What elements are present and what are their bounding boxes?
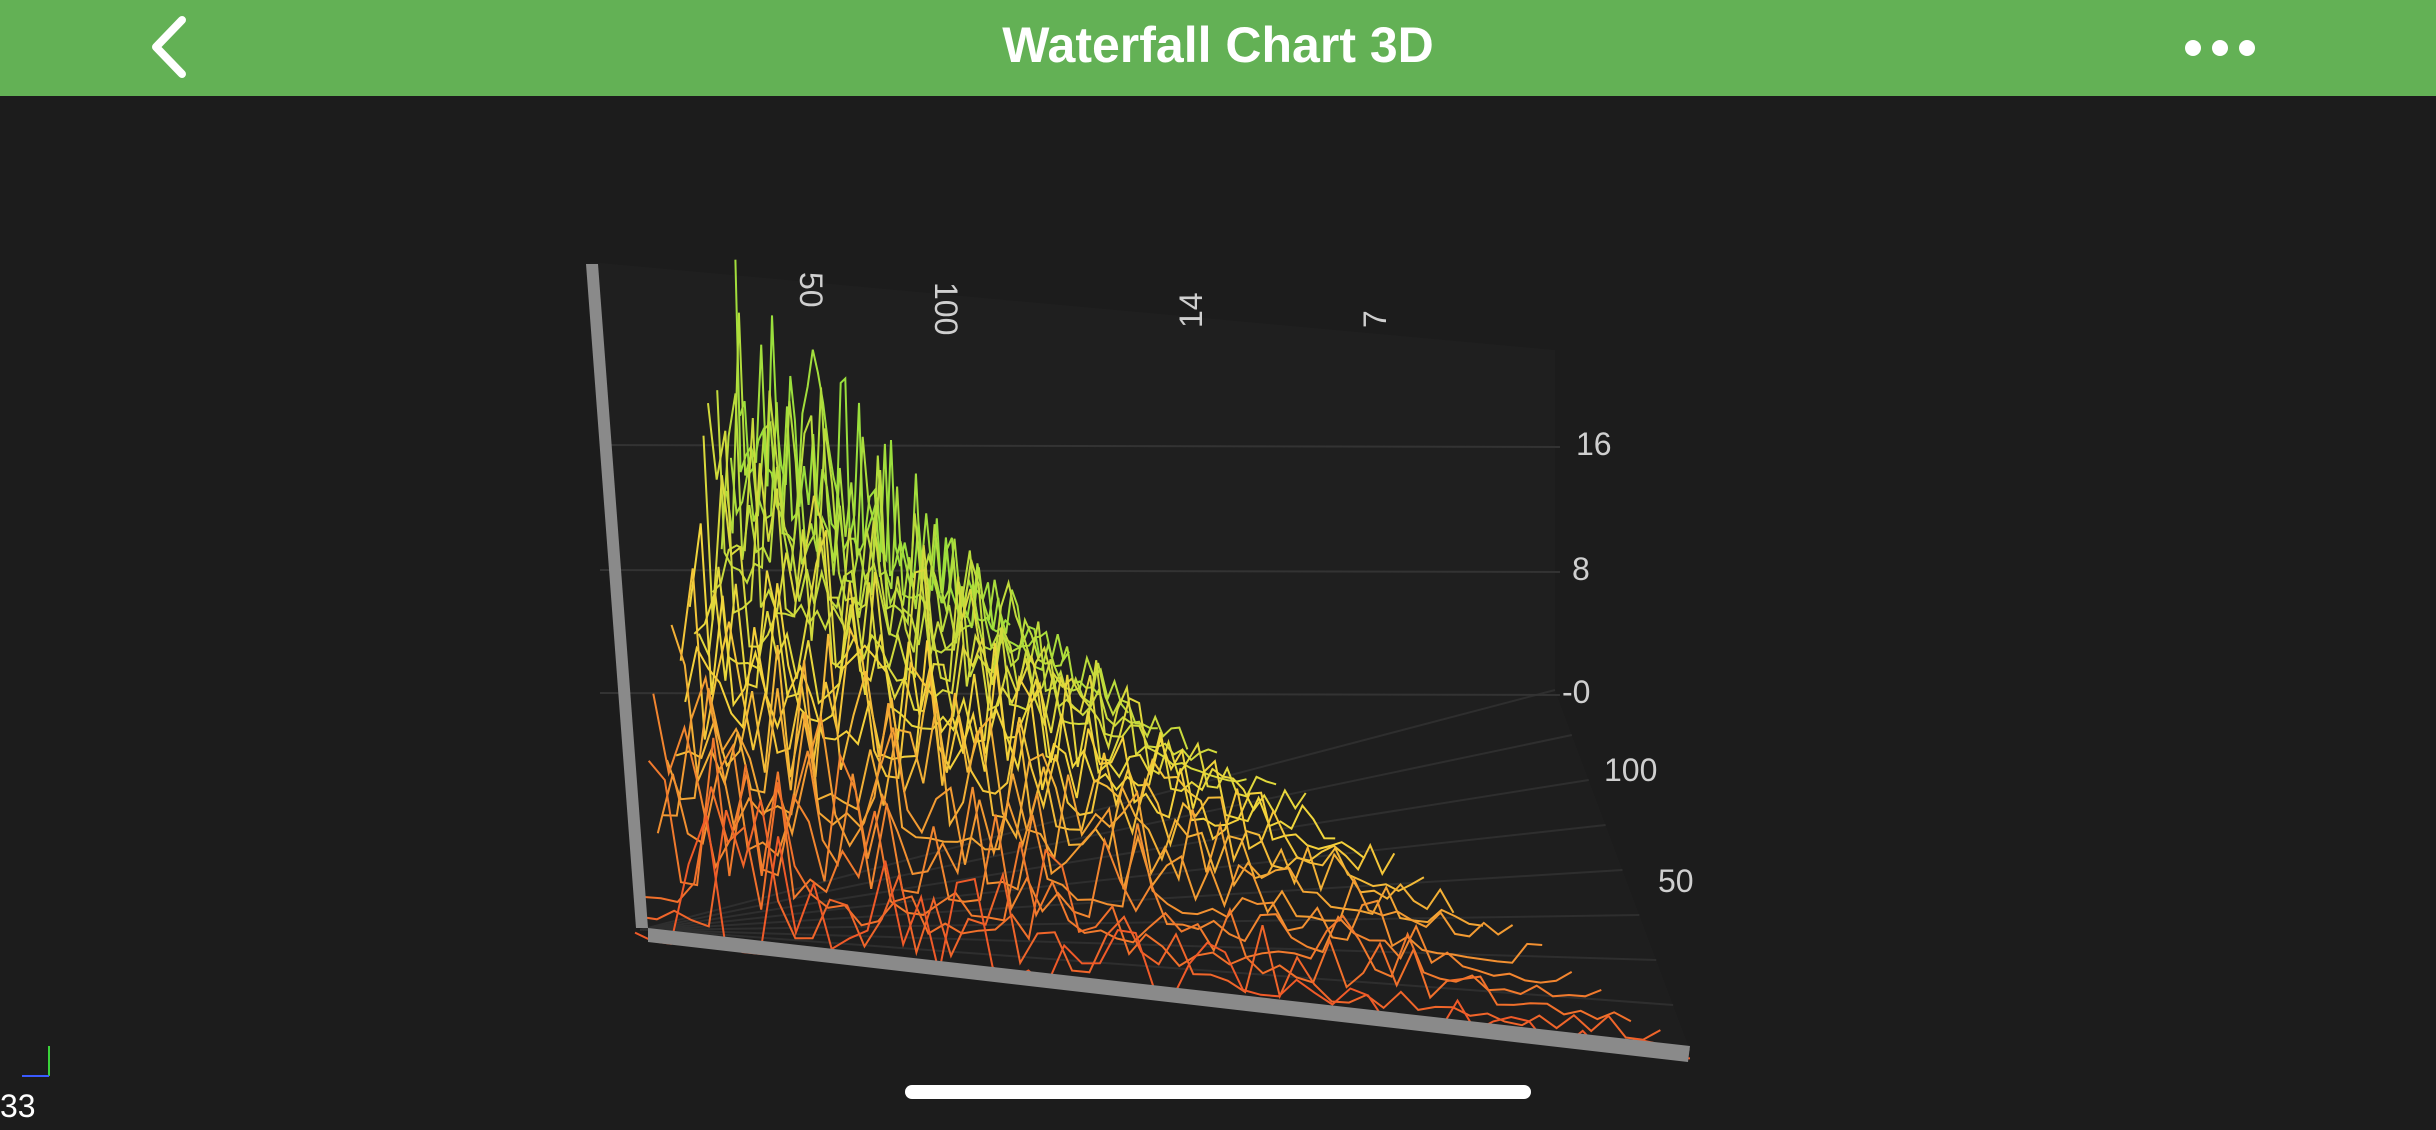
depth-tick-label: 100 [1604, 752, 1657, 788]
x-tick-label: 50 [793, 272, 829, 308]
z-tick-label: 14 [1173, 292, 1209, 328]
home-indicator[interactable] [905, 1085, 1531, 1099]
axis-gizmo-icon [22, 1046, 50, 1077]
y-tick-label: 16 [1576, 426, 1612, 462]
page-title: Waterfall Chart 3D [1002, 17, 1434, 73]
navigation-bar: Waterfall Chart 3D [0, 0, 2436, 96]
x-tick-label: 100 [928, 282, 964, 335]
fps-counter: 33 [0, 1088, 36, 1124]
z-tick-label: 7 [1357, 310, 1393, 328]
waterfall-chart-3d[interactable]: 50 100 14 7 16 8 -0 100 50 [0, 96, 2436, 1125]
y-tick-label: -0 [1562, 674, 1590, 710]
ellipsis-icon [2185, 40, 2255, 56]
chart-surface[interactable]: 50 100 14 7 16 8 -0 100 50 [0, 96, 2436, 1125]
y-tick-label: 8 [1572, 551, 1590, 587]
depth-tick-label: 50 [1658, 863, 1694, 899]
more-button[interactable] [2180, 20, 2260, 76]
